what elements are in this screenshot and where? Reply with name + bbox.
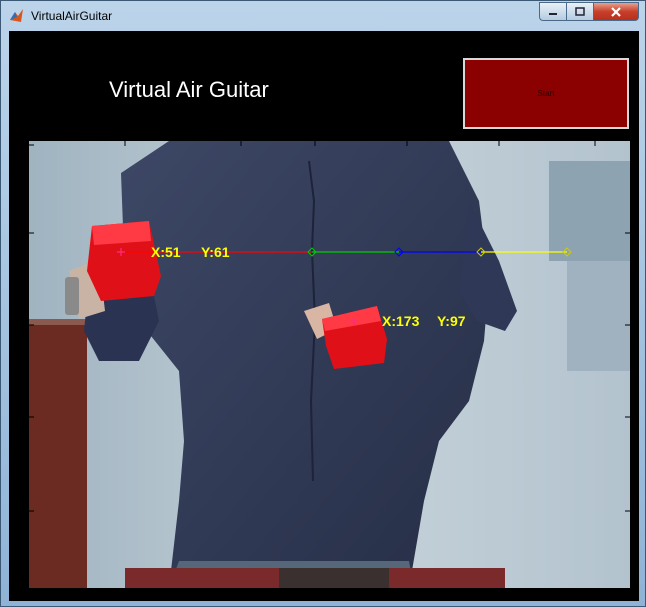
window-controls <box>539 2 639 22</box>
background-door <box>29 321 87 588</box>
maximize-icon <box>575 6 585 16</box>
page-title: Virtual Air Guitar <box>109 77 269 102</box>
app-window: VirtualAirGuitar Virtual Air Guitar Star… <box>0 0 646 607</box>
camera-axes: X:51 Y:61 X:173 Y:97 <box>29 141 630 588</box>
matlab-icon <box>9 8 25 24</box>
left-y-coordinate: Y:61 <box>201 244 230 260</box>
camera-feed: X:51 Y:61 X:173 Y:97 <box>29 141 630 588</box>
title-bar[interactable]: VirtualAirGuitar <box>1 1 645 29</box>
right-y-coordinate: Y:97 <box>437 313 466 329</box>
close-icon <box>611 6 621 17</box>
start-button[interactable]: Start <box>463 58 629 129</box>
figure-area: Virtual Air Guitar Start X:51 Y:61 X:173… <box>9 31 639 601</box>
minimize-button[interactable] <box>539 2 566 21</box>
right-x-coordinate: X:173 <box>382 313 420 329</box>
maximize-button[interactable] <box>566 2 593 21</box>
close-button[interactable] <box>593 2 639 21</box>
minimize-icon <box>549 12 557 15</box>
window-title: VirtualAirGuitar <box>31 9 113 23</box>
left-x-coordinate: X:51 <box>151 244 181 260</box>
